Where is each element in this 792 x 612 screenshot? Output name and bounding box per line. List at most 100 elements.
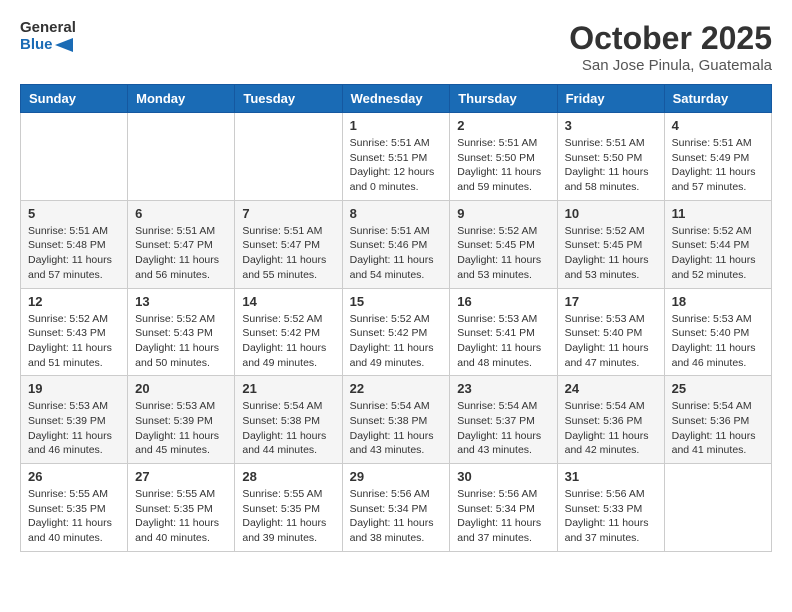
calendar-day-cell: 7 Sunrise: 5:51 AMSunset: 5:47 PMDaylight… bbox=[235, 200, 342, 288]
day-info: Sunrise: 5:56 AMSunset: 5:34 PMDaylight:… bbox=[457, 487, 549, 546]
day-info: Sunrise: 5:53 AMSunset: 5:40 PMDaylight:… bbox=[672, 312, 764, 371]
day-info: Sunrise: 5:52 AMSunset: 5:45 PMDaylight:… bbox=[565, 224, 657, 283]
day-number: 13 bbox=[135, 294, 227, 309]
day-number: 14 bbox=[242, 294, 334, 309]
calendar-week-row: 5 Sunrise: 5:51 AMSunset: 5:48 PMDaylight… bbox=[21, 200, 772, 288]
day-number: 31 bbox=[565, 469, 657, 484]
calendar-day-cell: 3Sunrise: 5:51 AMSunset: 5:50 PMDaylight… bbox=[557, 113, 664, 201]
day-info: Sunrise: 5:53 AMSunset: 5:40 PMDaylight:… bbox=[565, 312, 657, 371]
header-saturday: Saturday bbox=[664, 85, 771, 113]
day-number: 10 bbox=[565, 206, 657, 221]
day-number: 29 bbox=[350, 469, 443, 484]
calendar-day-cell: 11 Sunrise: 5:52 AMSunset: 5:44 PMDayligh… bbox=[664, 200, 771, 288]
day-number: 18 bbox=[672, 294, 764, 309]
header-thursday: Thursday bbox=[450, 85, 557, 113]
calendar-day-cell: 10 Sunrise: 5:52 AMSunset: 5:45 PMDayligh… bbox=[557, 200, 664, 288]
day-info: Sunrise: 5:54 AMSunset: 5:38 PMDaylight:… bbox=[350, 399, 443, 458]
calendar-week-row: 26 Sunrise: 5:55 AMSunset: 5:35 PMDayligh… bbox=[21, 464, 772, 552]
day-number: 28 bbox=[242, 469, 334, 484]
day-info: Sunrise: 5:51 AMSunset: 5:47 PMDaylight:… bbox=[242, 224, 334, 283]
day-info: Sunrise: 5:53 AMSunset: 5:39 PMDaylight:… bbox=[135, 399, 227, 458]
calendar-day-cell: 30 Sunrise: 5:56 AMSunset: 5:34 PMDayligh… bbox=[450, 464, 557, 552]
day-number: 8 bbox=[350, 206, 443, 221]
day-number: 12 bbox=[28, 294, 120, 309]
calendar-day-cell: 29Sunrise: 5:56 AMSunset: 5:34 PMDayligh… bbox=[342, 464, 450, 552]
calendar-day-cell: 5 Sunrise: 5:51 AMSunset: 5:48 PMDaylight… bbox=[21, 200, 128, 288]
day-info: Sunrise: 5:56 AMSunset: 5:33 PMDaylight:… bbox=[565, 487, 657, 546]
day-number: 3 bbox=[565, 118, 657, 133]
day-number: 19 bbox=[28, 381, 120, 396]
calendar-day-cell: 19 Sunrise: 5:53 AMSunset: 5:39 PMDayligh… bbox=[21, 376, 128, 464]
calendar-day-cell: 23Sunrise: 5:54 AMSunset: 5:37 PMDayligh… bbox=[450, 376, 557, 464]
calendar-day-cell: 28 Sunrise: 5:55 AMSunset: 5:35 PMDayligh… bbox=[235, 464, 342, 552]
header-sunday: Sunday bbox=[21, 85, 128, 113]
calendar-week-row: 1 Sunrise: 5:51 AMSunset: 5:51 PMDaylight… bbox=[21, 113, 772, 201]
day-info: Sunrise: 5:51 AMSunset: 5:50 PMDaylight:… bbox=[457, 136, 549, 195]
day-info: Sunrise: 5:54 AMSunset: 5:36 PMDaylight:… bbox=[672, 399, 764, 458]
calendar-day-cell: 21Sunrise: 5:54 AMSunset: 5:38 PMDayligh… bbox=[235, 376, 342, 464]
day-number: 4 bbox=[672, 118, 764, 133]
day-number: 16 bbox=[457, 294, 549, 309]
calendar-day-cell: 17 Sunrise: 5:53 AMSunset: 5:40 PMDayligh… bbox=[557, 288, 664, 376]
day-info: Sunrise: 5:55 AMSunset: 5:35 PMDaylight:… bbox=[242, 487, 334, 546]
day-number: 20 bbox=[135, 381, 227, 396]
calendar-week-row: 12 Sunrise: 5:52 AMSunset: 5:43 PMDayligh… bbox=[21, 288, 772, 376]
day-info: Sunrise: 5:53 AMSunset: 5:39 PMDaylight:… bbox=[28, 399, 120, 458]
day-header-row: Sunday Monday Tuesday Wednesday Thursday… bbox=[21, 85, 772, 113]
calendar-day-cell: 31 Sunrise: 5:56 AMSunset: 5:33 PMDayligh… bbox=[557, 464, 664, 552]
day-number: 22 bbox=[350, 381, 443, 396]
day-number: 1 bbox=[350, 118, 443, 133]
day-number: 17 bbox=[565, 294, 657, 309]
calendar-day-cell bbox=[128, 113, 235, 201]
day-number: 25 bbox=[672, 381, 764, 396]
day-number: 9 bbox=[457, 206, 549, 221]
day-info: Sunrise: 5:51 AMSunset: 5:51 PMDaylight:… bbox=[350, 136, 443, 195]
logo-blue: Blue bbox=[20, 37, 76, 54]
calendar-day-cell: 12Sunrise: 5:52 AMSunset: 5:43 PMDayligh… bbox=[21, 288, 128, 376]
day-number: 5 bbox=[28, 206, 120, 221]
calendar-day-cell bbox=[21, 113, 128, 201]
calendar-day-cell bbox=[235, 113, 342, 201]
day-number: 26 bbox=[28, 469, 120, 484]
day-info: Sunrise: 5:51 AMSunset: 5:47 PMDaylight:… bbox=[135, 224, 227, 283]
calendar-day-cell: 25 Sunrise: 5:54 AMSunset: 5:36 PMDayligh… bbox=[664, 376, 771, 464]
day-info: Sunrise: 5:51 AMSunset: 5:48 PMDaylight:… bbox=[28, 224, 120, 283]
logo-text-block: General Blue bbox=[20, 20, 76, 53]
day-info: Sunrise: 5:52 AMSunset: 5:42 PMDaylight:… bbox=[242, 312, 334, 371]
calendar-day-cell: 18 Sunrise: 5:53 AMSunset: 5:40 PMDayligh… bbox=[664, 288, 771, 376]
day-number: 30 bbox=[457, 469, 549, 484]
calendar-day-cell: 2 Sunrise: 5:51 AMSunset: 5:50 PMDaylight… bbox=[450, 113, 557, 201]
calendar-subtitle: San Jose Pinula, Guatemala bbox=[569, 57, 772, 74]
header-tuesday: Tuesday bbox=[235, 85, 342, 113]
header-friday: Friday bbox=[557, 85, 664, 113]
calendar-day-cell: 14 Sunrise: 5:52 AMSunset: 5:42 PMDayligh… bbox=[235, 288, 342, 376]
calendar-day-cell: 27Sunrise: 5:55 AMSunset: 5:35 PMDayligh… bbox=[128, 464, 235, 552]
calendar-day-cell: 26Sunrise: 5:55 AMSunset: 5:35 PMDayligh… bbox=[21, 464, 128, 552]
calendar-day-cell: 1 Sunrise: 5:51 AMSunset: 5:51 PMDaylight… bbox=[342, 113, 450, 201]
calendar-day-cell: 9 Sunrise: 5:52 AMSunset: 5:45 PMDaylight… bbox=[450, 200, 557, 288]
logo: General Blue bbox=[20, 20, 76, 53]
header-monday: Monday bbox=[128, 85, 235, 113]
day-info: Sunrise: 5:52 AMSunset: 5:45 PMDaylight:… bbox=[457, 224, 549, 283]
calendar-day-cell: 15Sunrise: 5:52 AMSunset: 5:42 PMDayligh… bbox=[342, 288, 450, 376]
header-wednesday: Wednesday bbox=[342, 85, 450, 113]
day-number: 7 bbox=[242, 206, 334, 221]
calendar-day-cell: 4 Sunrise: 5:51 AMSunset: 5:49 PMDaylight… bbox=[664, 113, 771, 201]
day-number: 2 bbox=[457, 118, 549, 133]
day-info: Sunrise: 5:53 AMSunset: 5:41 PMDaylight:… bbox=[457, 312, 549, 371]
day-number: 21 bbox=[242, 381, 334, 396]
day-number: 15 bbox=[350, 294, 443, 309]
calendar-day-cell: 8 Sunrise: 5:51 AMSunset: 5:46 PMDaylight… bbox=[342, 200, 450, 288]
day-info: Sunrise: 5:51 AMSunset: 5:49 PMDaylight:… bbox=[672, 136, 764, 195]
day-number: 11 bbox=[672, 206, 764, 221]
day-info: Sunrise: 5:51 AMSunset: 5:46 PMDaylight:… bbox=[350, 224, 443, 283]
day-info: Sunrise: 5:52 AMSunset: 5:43 PMDaylight:… bbox=[135, 312, 227, 371]
calendar-day-cell: 6Sunrise: 5:51 AMSunset: 5:47 PMDaylight… bbox=[128, 200, 235, 288]
calendar-day-cell: 20 Sunrise: 5:53 AMSunset: 5:39 PMDayligh… bbox=[128, 376, 235, 464]
calendar-day-cell: 22 Sunrise: 5:54 AMSunset: 5:38 PMDayligh… bbox=[342, 376, 450, 464]
day-info: Sunrise: 5:52 AMSunset: 5:44 PMDaylight:… bbox=[672, 224, 764, 283]
day-number: 24 bbox=[565, 381, 657, 396]
day-info: Sunrise: 5:54 AMSunset: 5:36 PMDaylight:… bbox=[565, 399, 657, 458]
calendar-day-cell: 13 Sunrise: 5:52 AMSunset: 5:43 PMDayligh… bbox=[128, 288, 235, 376]
calendar-day-cell: 24 Sunrise: 5:54 AMSunset: 5:36 PMDayligh… bbox=[557, 376, 664, 464]
